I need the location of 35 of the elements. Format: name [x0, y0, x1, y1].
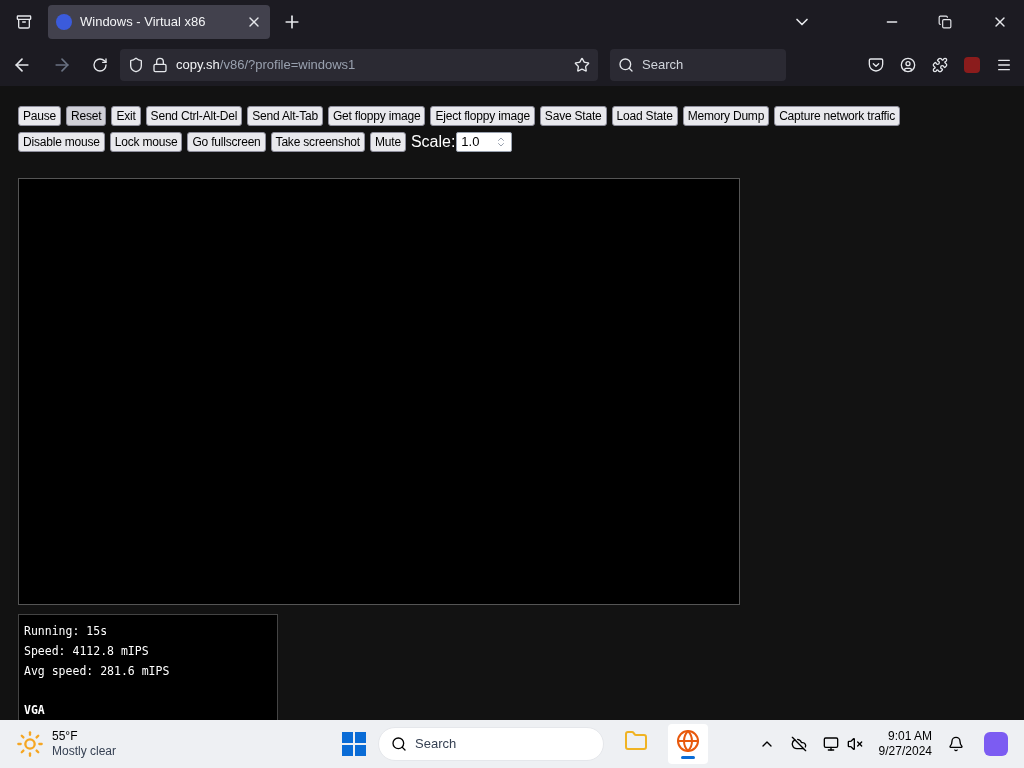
toolbar-button[interactable]: Lock mouse [109, 132, 183, 152]
weather-temp: 55°F [52, 729, 79, 744]
toolbar-button[interactable]: Capture network traffic [774, 106, 901, 126]
toolbar-button[interactable]: Disable mouse [18, 132, 105, 152]
toolbar-button[interactable]: Save State [539, 106, 607, 126]
toolbar-button[interactable]: Get floppy image [327, 106, 426, 126]
toolbar-button[interactable]: Go fullscreen [187, 132, 266, 152]
toolbar-button[interactable]: Send Alt-Tab [247, 106, 323, 126]
toolbar-button[interactable]: Exit [111, 106, 141, 126]
info-line: Avg speed: 281.6 mIPS [24, 663, 171, 680]
tab-title: Windows - Virtual x86 [80, 13, 207, 32]
scale-value: 1.0 [461, 133, 481, 152]
toolbar-button[interactable]: Reset [66, 106, 107, 126]
info-line: Running: 15s [24, 623, 109, 640]
search-placeholder: Search [642, 56, 684, 75]
taskbar-search-placeholder: Search [415, 735, 457, 754]
toolbar-button[interactable]: Memory Dump [682, 106, 770, 126]
taskbar-search[interactable]: Search [378, 727, 604, 761]
toolbar-button[interactable]: Load State [611, 106, 678, 126]
toolbar-button[interactable]: Pause [18, 106, 62, 126]
toolbar-button[interactable]: Take screenshot [270, 132, 365, 152]
toolbar-button[interactable]: Eject floppy image [430, 106, 535, 126]
toolbar-button[interactable]: Mute [370, 132, 406, 152]
toolbar-button[interactable]: Send Ctrl-Alt-Del [145, 106, 243, 126]
scale-input[interactable]: 1.0 [456, 132, 513, 152]
url-text: copy.sh/v86/?profile=windows1 [176, 56, 357, 75]
info-line: Speed: 4112.8 mIPS [24, 643, 150, 660]
clock-date: 9/27/2024 [878, 744, 932, 759]
address-bar[interactable]: copy.sh/v86/?profile=windows1 [120, 49, 598, 81]
info-heading: VGA [24, 702, 46, 719]
search-field[interactable]: Search [610, 49, 786, 81]
browser-tab[interactable]: Windows - Virtual x86 [48, 5, 270, 39]
clock-time: 9:01 AM [887, 729, 932, 744]
weather-condition: Mostly clear [52, 744, 116, 759]
scale-label: Scale: [410, 132, 456, 152]
